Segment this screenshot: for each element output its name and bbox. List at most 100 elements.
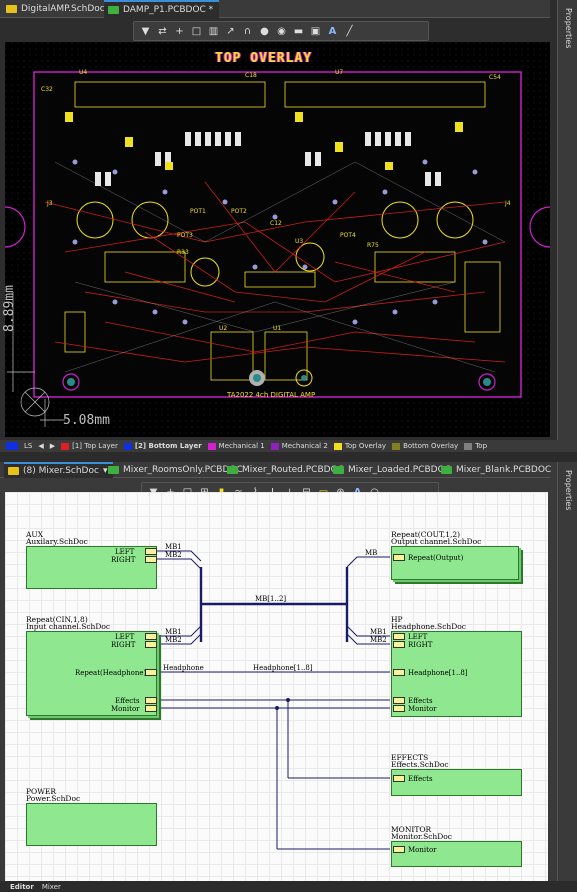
bend-icon[interactable]: ↗: [223, 24, 238, 39]
pcb-file-icon: [108, 466, 119, 474]
component-label: U4: [79, 69, 88, 76]
sheet-entry[interactable]: [393, 641, 405, 648]
filter-icon[interactable]: ▼: [138, 24, 153, 39]
layer-tab-mech1[interactable]: Mechanical 1: [207, 442, 265, 450]
pcb-canvas[interactable]: .: [2, 42, 551, 443]
text-icon[interactable]: A: [325, 24, 340, 39]
pcb-active-toolbar: ▼ ⇄ + □ ▥ ↗ ∩ ● ◉ ▬ ▣ A ╱: [133, 21, 429, 41]
layer-set-button[interactable]: LS: [24, 442, 32, 450]
sheet-entry-label: LEFT: [115, 548, 135, 556]
sheet-entry[interactable]: [145, 556, 157, 563]
bar-chart-icon[interactable]: ▥: [206, 24, 221, 39]
sheet-entry[interactable]: [145, 641, 157, 648]
layer-scroll-right-icon[interactable]: ▶: [50, 442, 55, 450]
net-label[interactable]: MB: [365, 550, 377, 557]
component-label: U1: [273, 325, 282, 332]
layer-tab-top-overlay[interactable]: Top Overlay: [333, 442, 386, 450]
component-label: R33: [177, 249, 189, 256]
layer-tab-top-more[interactable]: Top: [464, 442, 487, 450]
sheet-entry[interactable]: [393, 775, 405, 782]
schematic-editor-panel: (8) Mixer.SchDoc ▾ Mixer_RoomsOnly.PCBDO…: [0, 462, 577, 892]
sheet-symbol-output-channel[interactable]: [391, 546, 519, 580]
sheet-symbol-monitor[interactable]: [391, 841, 522, 867]
tab-mixer-schdoc[interactable]: (8) Mixer.SchDoc ▾: [4, 462, 114, 478]
sheet-entry-label: Effects: [408, 697, 433, 705]
via-icon[interactable]: ◉: [274, 24, 289, 39]
sheet-entry[interactable]: [145, 633, 157, 640]
sheet-symbol-power[interactable]: [26, 803, 157, 846]
net-label[interactable]: MB2: [165, 637, 182, 644]
sheet-entry-label: Monitor: [408, 846, 437, 854]
sheet-filename: Output channel.SchDoc: [391, 537, 482, 546]
sheet-entry[interactable]: [393, 705, 405, 712]
component-icon[interactable]: ▣: [308, 24, 323, 39]
sheet-entry[interactable]: [393, 554, 405, 561]
sheet-entry-label: RIGHT: [111, 556, 136, 564]
layer-tab-mech2[interactable]: Mechanical 2: [270, 442, 328, 450]
bus-net-label[interactable]: MB[1..2]: [255, 596, 286, 603]
sheet-entry-label: LEFT: [408, 633, 428, 641]
sheet-entry[interactable]: [145, 697, 157, 704]
route-icon[interactable]: ⇄: [155, 24, 170, 39]
tab-damp-p1-pcbdoc[interactable]: DAMP_P1.PCBDOC *: [104, 0, 220, 18]
net-label[interactable]: MB1: [370, 629, 387, 636]
arc-icon[interactable]: ∩: [240, 24, 255, 39]
component-label: POT2: [231, 208, 247, 215]
pcb-file-icon: [108, 6, 119, 14]
sheet-entry[interactable]: [393, 846, 405, 853]
sheet-entry[interactable]: [145, 705, 157, 712]
sheet-entry-label: RIGHT: [111, 641, 136, 649]
net-label[interactable]: MB1: [165, 629, 182, 636]
tab-editor[interactable]: Editor: [10, 883, 34, 891]
sheet-filename: Effects.SchDoc: [391, 760, 449, 769]
right-side-panel-bar: Properties: [557, 0, 577, 452]
sheet-symbol-aux[interactable]: [26, 546, 157, 589]
component-label: R75: [367, 242, 379, 249]
tab-digitalamp-schdoc[interactable]: DigitalAMP.SchDoc: [2, 0, 111, 18]
pad-icon[interactable]: ●: [257, 24, 272, 39]
pcb-file-icon: [333, 466, 344, 474]
layer-scroll-left-icon[interactable]: ◀: [38, 442, 43, 450]
sheet-entry[interactable]: [393, 633, 405, 640]
component-label: J4: [505, 200, 511, 207]
line-icon[interactable]: ╱: [342, 24, 357, 39]
properties-panel-tab[interactable]: Properties: [564, 470, 573, 510]
select-rect-icon[interactable]: □: [189, 24, 204, 39]
net-label[interactable]: MB2: [165, 552, 182, 559]
net-label[interactable]: MB1: [165, 544, 182, 551]
tab-mixer[interactable]: Mixer: [42, 883, 61, 891]
sheet-entry-label: Monitor: [111, 705, 140, 713]
sheet-entry[interactable]: [145, 548, 157, 555]
component-label: U7: [335, 69, 344, 76]
sheet-entry[interactable]: [145, 669, 157, 676]
layer-tab-bar: LS ◀ ▶ [1] Top Layer [2] Bottom Layer Me…: [0, 440, 577, 452]
properties-panel-tab[interactable]: Properties: [564, 8, 573, 48]
board-label: TA2022 4ch DIGITAL AMP: [227, 391, 316, 399]
pcb-board-drawing: .: [4, 42, 551, 443]
plus-icon[interactable]: +: [172, 24, 187, 39]
net-label[interactable]: MB2: [370, 637, 387, 644]
horizontal-dimension: 5.08mm: [63, 413, 110, 428]
sheet-filename: Monitor.SchDoc: [391, 832, 452, 841]
sheet-entry-label: Headphone[1..8]: [408, 669, 468, 677]
layer-tab-top[interactable]: [1] Top Layer: [61, 442, 118, 450]
layer-tab-bottom-overlay[interactable]: Bottom Overlay: [392, 442, 458, 450]
component-label: U2: [219, 325, 228, 332]
net-label[interactable]: Headphone: [163, 665, 204, 672]
layer-tab-bottom[interactable]: [2] Bottom Layer: [123, 442, 202, 450]
sheet-entry-label: Effects: [115, 697, 140, 705]
pcb-editor-panel: DigitalAMP.SchDoc DAMP_P1.PCBDOC * Prope…: [0, 0, 577, 452]
component-label: POT4: [340, 232, 356, 239]
sheet-entry[interactable]: [393, 669, 405, 676]
sheet-entry[interactable]: [393, 697, 405, 704]
current-layer-swatch[interactable]: [6, 442, 18, 450]
schematic-canvas[interactable]: AUX Auxilary.SchDoc LEFT RIGHT Repeat(CI…: [5, 492, 548, 881]
pcb-file-icon: [227, 466, 238, 474]
sheet-entry-label: Effects: [408, 775, 433, 783]
net-label[interactable]: Headphone[1..8]: [253, 665, 313, 672]
tab-mixer-blank[interactable]: Mixer_Blank.PCBDOC: [437, 462, 557, 478]
document-tab-bar: DigitalAMP.SchDoc DAMP_P1.PCBDOC *: [0, 0, 550, 18]
fill-icon[interactable]: ▬: [291, 24, 306, 39]
component-label: U3: [295, 238, 304, 245]
sheet-filename: Auxilary.SchDoc: [26, 537, 88, 546]
